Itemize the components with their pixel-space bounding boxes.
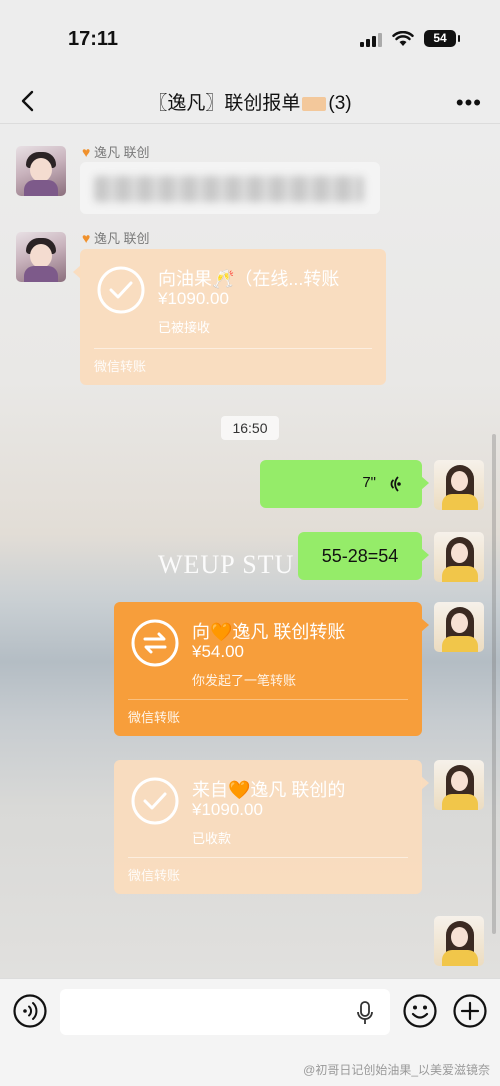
input-bar: @初哥日记创始油果_以美爱滋镜奈: [0, 978, 500, 1086]
voice-message[interactable]: 7": [260, 460, 429, 508]
transfer-receipt-card[interactable]: 向油果🥂（在线...转账 ¥1090.00 已被接收 微信转账: [73, 249, 386, 385]
transfer-amount: ¥54.00: [192, 642, 244, 661]
transfer-footer: 微信转账: [128, 710, 181, 725]
chat-header: 〖逸凡〗联创报单 (3) •••: [0, 78, 500, 124]
chat-title: 〖逸凡〗联创报单 (3): [0, 88, 500, 115]
chat-area[interactable]: WEUP STU ♥ 逸凡 联创 ♥ 逸凡 联创 向油果🥂（在线...转账 ¥1…: [0, 124, 500, 978]
transfer-title: 来自🧡逸凡 联创的: [192, 780, 346, 800]
avatar-self[interactable]: [434, 460, 484, 510]
transfer-status: 你发起了一笔转账: [192, 673, 297, 688]
chat-member-count: (3): [328, 93, 352, 114]
mic-icon[interactable]: [356, 1001, 374, 1025]
tag-sticker-icon: [302, 96, 327, 111]
emoji-icon[interactable]: [402, 993, 438, 1029]
check-icon: [131, 777, 179, 825]
message-text-blurred[interactable]: [80, 162, 380, 214]
more-icon[interactable]: •••: [456, 90, 482, 116]
transfer-amount: ¥1090.00: [192, 800, 263, 819]
received-transfer-card[interactable]: 来自🧡逸凡 联创的 ¥1090.00 已收款 微信转账: [114, 760, 429, 894]
status-time: 17:11: [68, 28, 119, 50]
transfer-footer: 微信转账: [128, 868, 181, 883]
avatar-self[interactable]: [434, 760, 484, 810]
status-icons: 54: [360, 30, 460, 47]
sender-name: ♥ 逸凡 联创: [82, 144, 150, 160]
voice-duration: 7": [362, 474, 376, 491]
transfer-title: 向🧡逸凡 联创转账: [192, 622, 346, 642]
status-bar: 17:11 54: [0, 0, 500, 78]
avatar-self[interactable]: [434, 916, 484, 966]
outgoing-transfer-card[interactable]: 向🧡逸凡 联创转账 ¥54.00 你发起了一笔转账 微信转账: [114, 602, 429, 736]
check-icon: [97, 266, 145, 314]
heart-icon: ♥: [82, 230, 91, 246]
avatar[interactable]: [16, 232, 66, 282]
avatar[interactable]: [16, 146, 66, 196]
sender-name: ♥ 逸凡 联创: [82, 230, 150, 246]
text-message[interactable]: 55-28=54: [298, 532, 429, 580]
background-watermark: WEUP STU: [158, 550, 295, 579]
voice-wave-icon: [390, 476, 401, 492]
transfer-arrows-icon: [131, 619, 179, 667]
timestamp: 16:50: [221, 416, 279, 440]
chat-title-name: 〖逸凡〗联创报单: [148, 93, 301, 114]
footer-watermark: @初哥日记创始油果_以美爱滋镜奈: [303, 1063, 490, 1077]
avatar-self[interactable]: [434, 532, 484, 582]
transfer-status: 已被接收: [158, 320, 211, 335]
scrollbar[interactable]: [492, 434, 496, 934]
message-input[interactable]: [60, 989, 390, 1035]
heart-icon: ♥: [82, 144, 91, 160]
transfer-amount: ¥1090.00: [158, 289, 229, 308]
transfer-status: 已收款: [192, 831, 232, 846]
avatar-self[interactable]: [434, 602, 484, 652]
transfer-title: 向油果🥂（在线...转账: [158, 269, 340, 289]
signal-icon: [360, 31, 382, 47]
wifi-icon: [392, 30, 414, 46]
battery-icon: 54: [424, 30, 460, 47]
plus-icon[interactable]: [452, 993, 488, 1029]
voice-mode-icon[interactable]: [12, 993, 48, 1029]
transfer-footer: 微信转账: [94, 359, 147, 374]
